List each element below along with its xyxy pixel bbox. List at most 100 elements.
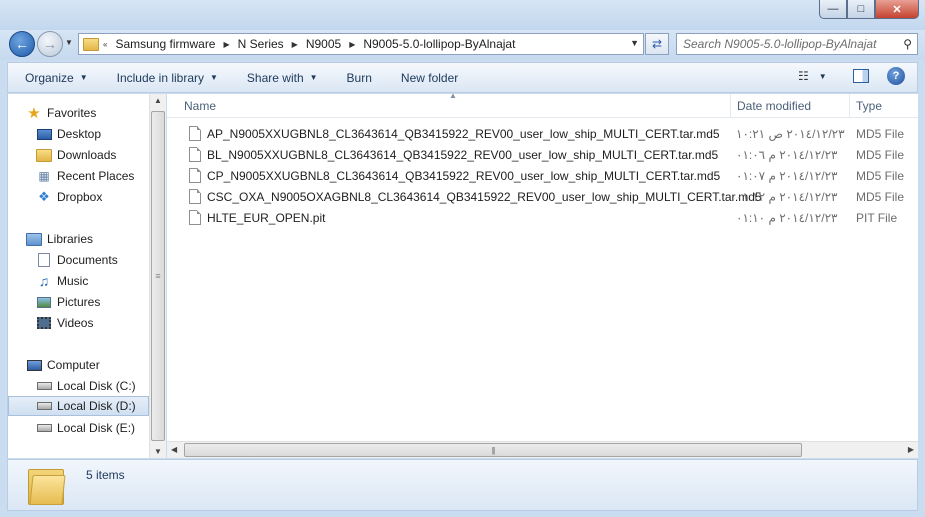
nav-dropbox-label: Dropbox <box>57 190 103 204</box>
forward-button[interactable]: → <box>37 31 63 57</box>
nav-videos[interactable]: Videos <box>36 313 150 333</box>
chevron-down-icon: ▼ <box>210 73 218 82</box>
folder-icon <box>83 37 99 51</box>
nav-pictures[interactable]: Pictures <box>36 292 150 312</box>
scrollbar-thumb[interactable]: ≡ <box>151 111 165 441</box>
libraries-icon <box>26 232 42 246</box>
file-row[interactable]: HLTE_EUR_OPEN.pit ٢٠١٤/١٢/٢٣ م ٠١:١٠ PIT… <box>183 207 918 228</box>
sort-ascending-icon: ▲ <box>449 91 457 100</box>
refresh-icon: ⇄ <box>651 37 663 51</box>
close-button[interactable]: ✕ <box>875 0 919 19</box>
nav-local-disk-d-label: Local Disk (D:) <box>57 399 136 413</box>
file-name: HLTE_EUR_OPEN.pit <box>207 210 326 225</box>
organize-button[interactable]: Organize ▼ <box>8 71 100 85</box>
chevron-right-icon[interactable]: ▶ <box>288 40 302 49</box>
file-type: MD5 File <box>856 148 905 162</box>
nav-local-disk-c[interactable]: Local Disk (C:) <box>36 376 150 396</box>
file-row[interactable]: CP_N9005XXUGBNL8_CL3643614_QB3415922_REV… <box>183 165 918 186</box>
nav-music[interactable]: ♫ Music <box>36 271 150 291</box>
drive-icon <box>36 421 52 435</box>
address-row: ← → ▼ « Samsung firmware ▶ N Series ▶ N9… <box>0 30 925 60</box>
computer-icon <box>26 358 42 372</box>
file-date: ٢٠١٤/١٢/٢٣ م ٠١:٠٧ <box>736 169 838 183</box>
nav-recent-places[interactable]: ▦ Recent Places <box>36 166 150 186</box>
refresh-button[interactable]: ⇄ <box>645 33 669 55</box>
music-icon: ♫ <box>38 273 50 289</box>
share-with-button[interactable]: Share with ▼ <box>230 71 330 85</box>
nav-desktop[interactable]: Desktop <box>36 124 150 144</box>
breadcrumb-overflow[interactable]: « <box>99 40 111 49</box>
scroll-right-icon[interactable]: ▶ <box>908 445 914 454</box>
include-in-library-button[interactable]: Include in library ▼ <box>100 71 230 85</box>
breadcrumb-samsung-firmware[interactable]: Samsung firmware <box>111 37 219 51</box>
breadcrumb-n9005[interactable]: N9005 <box>302 37 345 51</box>
file-list-pane: Name ▲ Date modified Type AP_N9005XXUGBN… <box>167 91 918 458</box>
file-icon <box>189 126 201 141</box>
chevron-right-icon[interactable]: ▶ <box>345 40 359 49</box>
pictures-icon <box>36 295 52 309</box>
navigation-scrollbar[interactable]: ▲ ≡ ▼ <box>149 94 166 458</box>
address-dropdown-icon[interactable]: ▼ <box>630 38 639 48</box>
nav-pictures-label: Pictures <box>57 295 101 309</box>
nav-local-disk-d[interactable]: Local Disk (D:) <box>8 396 149 416</box>
dropbox-icon: ❖ <box>38 189 50 204</box>
nav-libraries[interactable]: Libraries <box>26 229 168 249</box>
file-name: BL_N9005XXUGBNL8_CL3643614_QB3415922_REV… <box>207 147 719 162</box>
nav-dropbox[interactable]: ❖ Dropbox <box>36 187 150 207</box>
column-type-label: Type <box>856 99 883 113</box>
new-folder-label: New folder <box>400 70 459 85</box>
nav-downloads[interactable]: Downloads <box>36 145 150 165</box>
column-type[interactable]: Type <box>850 94 918 118</box>
nav-computer[interactable]: Computer <box>26 355 168 375</box>
scrollbar-thumb[interactable]: ||| <box>184 443 802 457</box>
nav-videos-label: Videos <box>57 316 94 330</box>
breadcrumb-n-series[interactable]: N Series <box>234 37 288 51</box>
horizontal-scrollbar[interactable]: ◀ ||| ▶ <box>167 441 918 458</box>
file-date: ٢٠١٤/١٢/٢٣ م ٠١:٠٦ <box>736 148 838 162</box>
chevron-down-icon: ▼ <box>79 73 88 82</box>
file-row[interactable]: CSC_OXA_N9005OXAGBNL8_CL3643614_QB341592… <box>183 186 918 207</box>
search-input[interactable] <box>683 37 893 51</box>
recent-pages-button[interactable]: ▼ <box>65 38 73 47</box>
scroll-down-icon[interactable]: ▼ <box>154 447 162 456</box>
recent-places-icon: ▦ <box>38 169 50 183</box>
back-button[interactable]: ← <box>9 31 35 57</box>
file-row[interactable]: BL_N9005XXUGBNL8_CL3643614_QB3415922_REV… <box>183 144 918 165</box>
scroll-up-icon[interactable]: ▲ <box>154 96 162 105</box>
column-date-modified[interactable]: Date modified <box>731 94 850 118</box>
change-view-button[interactable]: ☷ ▼ <box>798 69 827 83</box>
chevron-right-icon[interactable]: ▶ <box>219 40 233 49</box>
folder-icon <box>28 465 66 507</box>
preview-pane-button[interactable] <box>853 69 869 83</box>
scroll-left-icon[interactable]: ◀ <box>171 445 177 454</box>
chevron-down-icon: ▼ <box>309 73 318 82</box>
search-icon[interactable]: ⚲ <box>903 37 912 51</box>
minimize-button[interactable]: — <box>819 0 847 19</box>
details-pane: 5 items <box>7 459 918 511</box>
maximize-button[interactable]: □ <box>847 0 875 19</box>
help-button[interactable]: ? <box>887 67 905 85</box>
nav-recent-places-label: Recent Places <box>57 169 135 183</box>
nav-music-label: Music <box>57 274 89 288</box>
file-type: MD5 File <box>856 169 905 183</box>
nav-local-disk-e[interactable]: Local Disk (E:) <box>36 418 150 438</box>
address-bar[interactable]: « Samsung firmware ▶ N Series ▶ N9005 ▶ … <box>78 33 644 55</box>
search-box[interactable]: ⚲ <box>676 33 918 55</box>
file-date: ٢٠١٤/١٢/٢٣ ص ١٠:٢١ <box>736 127 845 141</box>
help-icon: ? <box>892 70 900 82</box>
file-row[interactable]: AP_N9005XXUGBNL8_CL3643614_QB3415922_REV… <box>183 123 918 144</box>
include-in-library-label: Include in library <box>116 70 204 85</box>
file-type: MD5 File <box>856 127 905 141</box>
new-folder-button[interactable]: New folder <box>384 71 470 85</box>
file-icon <box>189 210 201 225</box>
documents-icon <box>36 253 52 267</box>
file-type: PIT File <box>856 211 898 225</box>
file-name: AP_N9005XXUGBNL8_CL3643614_QB3415922_REV… <box>207 126 720 141</box>
nav-favorites[interactable]: ★ Favorites <box>26 103 168 123</box>
organize-label: Organize <box>25 70 74 85</box>
breadcrumb-current-folder[interactable]: N9005-5.0-lollipop-ByAlnajat <box>359 37 519 51</box>
desktop-icon <box>36 127 52 141</box>
nav-documents-label: Documents <box>57 253 118 267</box>
burn-button[interactable]: Burn <box>330 71 384 85</box>
nav-documents[interactable]: Documents <box>36 250 150 270</box>
